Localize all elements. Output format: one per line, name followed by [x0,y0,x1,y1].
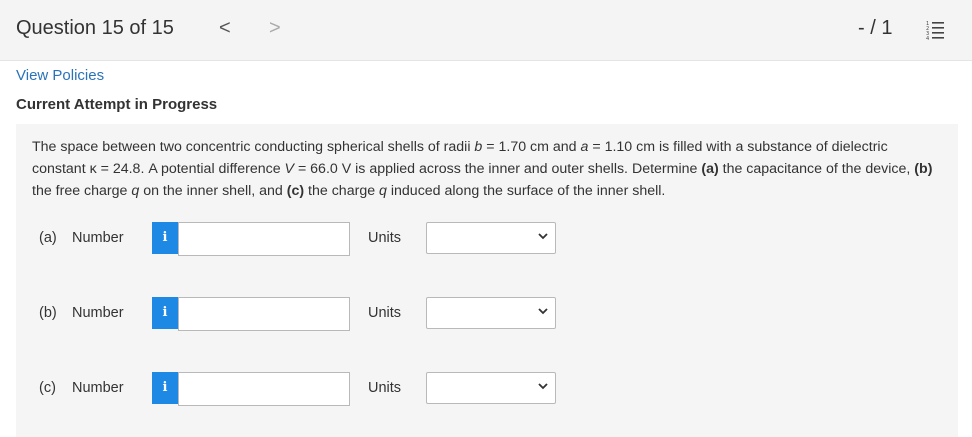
units-select-a[interactable] [426,222,556,254]
next-question-button[interactable]: > [269,16,281,40]
units-select-b[interactable] [426,297,556,329]
view-policies-link[interactable]: View Policies [16,67,104,84]
part-label: (b) [39,305,57,321]
part-label: (c) [39,380,56,396]
number-input-c[interactable] [178,372,350,406]
info-button[interactable]: i [152,372,178,404]
number-label: Number [72,305,124,321]
question-list-icon[interactable]: 1 2 3 4 [925,20,945,40]
number-input-b[interactable] [178,297,350,331]
units-label: Units [368,230,402,246]
svg-text:4: 4 [926,36,929,40]
info-button[interactable]: i [152,297,178,329]
units-label: Units [368,380,402,396]
answer-row-b: (b) Number i Units [16,296,958,331]
units-label: Units [368,305,402,321]
question-text: The space between two concentric conduct… [32,139,933,199]
part-label: (a) [39,230,57,246]
question-title: Question 15 of 15 [16,17,174,39]
number-input-a[interactable] [178,222,350,256]
chevron-down-icon [538,233,548,240]
number-label: Number [72,230,124,246]
score-display: - / 1 [858,17,893,39]
number-label: Number [72,380,124,396]
chevron-down-icon [538,383,548,390]
info-button[interactable]: i [152,222,178,254]
units-select-c[interactable] [426,372,556,404]
previous-question-button[interactable]: < [219,16,231,40]
question-header: Question 15 of 15 < > - / 1 1 2 3 4 [0,0,972,61]
chevron-down-icon [538,308,548,315]
answer-row-a: (a) Number i Units [16,221,958,256]
attempt-status: Current Attempt in Progress [16,96,218,113]
question-panel: The space between two concentric conduct… [16,124,958,437]
answer-row-c: (c) Number i Units [16,371,958,406]
